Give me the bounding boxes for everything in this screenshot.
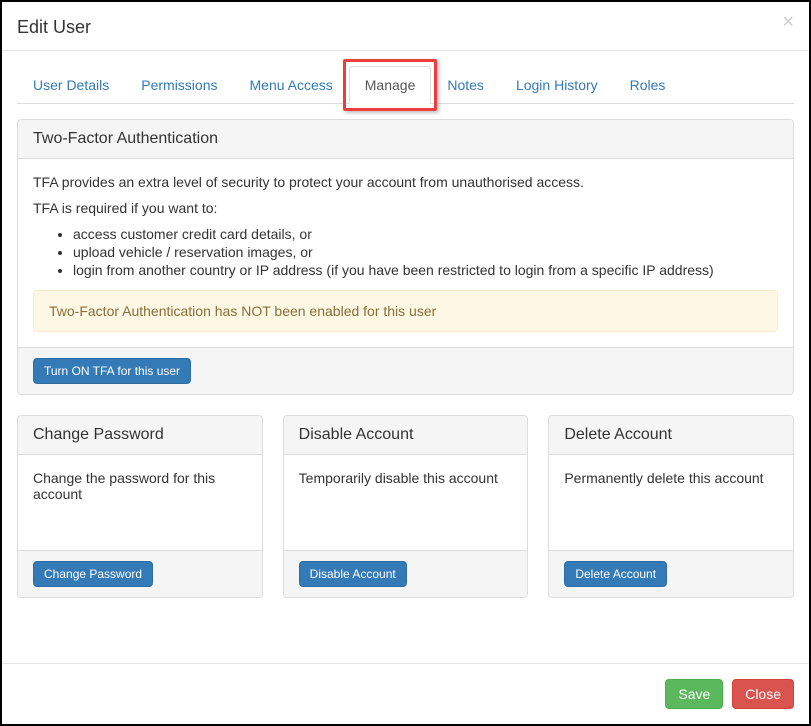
tfa-required-intro: TFA is required if you want to: xyxy=(33,200,778,216)
turn-on-tfa-button[interactable]: Turn ON TFA for this user xyxy=(33,358,191,384)
tab-roles[interactable]: Roles xyxy=(614,66,682,104)
disable-account-title: Disable Account xyxy=(299,426,513,444)
close-button[interactable]: Close xyxy=(732,679,794,709)
disable-account-button[interactable]: Disable Account xyxy=(299,561,407,587)
save-button[interactable]: Save xyxy=(665,679,723,709)
tab-bar: User Details Permissions Menu Access Man… xyxy=(17,66,794,104)
delete-account-panel: Delete Account Permanently delete this a… xyxy=(548,415,794,598)
delete-account-text: Permanently delete this account xyxy=(564,470,763,486)
tfa-warning-alert: Two-Factor Authentication has NOT been e… xyxy=(33,290,778,332)
change-password-title: Change Password xyxy=(33,426,247,444)
tfa-panel: Two-Factor Authentication TFA provides a… xyxy=(17,119,794,395)
tfa-bullet-list: access customer credit card details, or … xyxy=(33,226,778,278)
tab-user-details[interactable]: User Details xyxy=(17,66,125,104)
tab-notes[interactable]: Notes xyxy=(431,66,500,104)
tab-menu-access[interactable]: Menu Access xyxy=(234,66,349,104)
change-password-panel: Change Password Change the password for … xyxy=(17,415,263,598)
tfa-bullet: upload vehicle / reservation images, or xyxy=(73,244,778,260)
modal-title: Edit User xyxy=(17,17,794,38)
tab-manage[interactable]: Manage xyxy=(349,66,432,104)
tfa-panel-title: Two-Factor Authentication xyxy=(33,130,778,148)
tfa-bullet: login from another country or IP address… xyxy=(73,262,778,278)
delete-account-button[interactable]: Delete Account xyxy=(564,561,667,587)
disable-account-panel: Disable Account Temporarily disable this… xyxy=(283,415,529,598)
tab-login-history[interactable]: Login History xyxy=(500,66,614,104)
change-password-button[interactable]: Change Password xyxy=(33,561,153,587)
tfa-bullet: access customer credit card details, or xyxy=(73,226,778,242)
tfa-intro-text: TFA provides an extra level of security … xyxy=(33,174,778,190)
tab-permissions[interactable]: Permissions xyxy=(125,66,233,104)
close-icon[interactable]: × xyxy=(782,12,794,32)
change-password-text: Change the password for this account xyxy=(33,470,215,502)
disable-account-text: Temporarily disable this account xyxy=(299,470,498,486)
delete-account-title: Delete Account xyxy=(564,426,778,444)
